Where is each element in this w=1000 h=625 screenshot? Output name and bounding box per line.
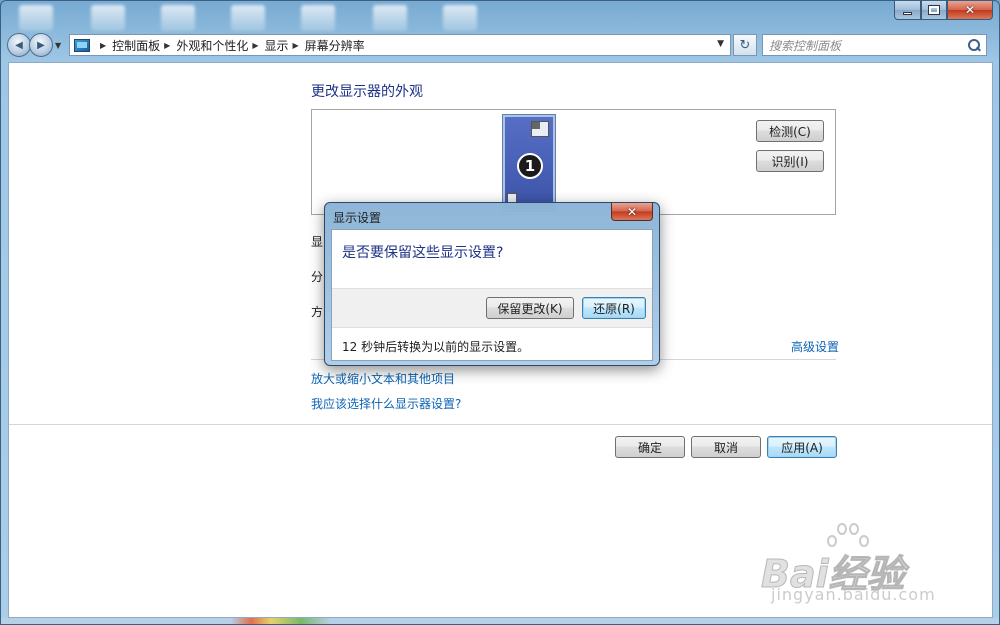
breadcrumb-display[interactable]: 显示 xyxy=(265,37,289,54)
watermark-logo: Bai经验 jingyan.baidu.com xyxy=(761,521,961,611)
maximize-button[interactable] xyxy=(921,1,947,20)
caption-buttons: ✕ xyxy=(894,1,993,21)
chevron-right-icon[interactable]: ▶ xyxy=(293,41,299,50)
navigation-bar: ◀ ▶ ▼ ▶ 控制面板 ▶ 外观和个性化 ▶ 显示 ▶ 屏幕分辨率 ▼ ↻ 搜… xyxy=(7,31,993,59)
forward-arrow-icon: ▶ xyxy=(37,39,45,51)
maximize-icon xyxy=(928,5,940,15)
recent-pages-dropdown[interactable]: ▼ xyxy=(55,41,65,50)
identify-button[interactable]: 识别(I) xyxy=(756,150,824,172)
page-title: 更改显示器的外观 xyxy=(311,84,423,100)
display-settings-dialog: 显示设置 ✕ 是否要保留这些显示设置? 保留更改(K) 还原(R) 12 秒钟后… xyxy=(324,202,660,366)
chevron-down-icon[interactable]: ▼ xyxy=(717,39,724,49)
cancel-button[interactable]: 取消 xyxy=(691,436,761,458)
close-icon: ✕ xyxy=(626,204,638,219)
refresh-icon: ↻ xyxy=(739,37,751,53)
chevron-right-icon[interactable]: ▶ xyxy=(252,41,258,50)
window-icon xyxy=(531,121,549,137)
display-label: 显 xyxy=(311,235,324,249)
detect-button[interactable]: 检测(C) xyxy=(756,120,824,142)
taskbar-edge xyxy=(1,618,999,624)
search-icon[interactable] xyxy=(968,39,980,51)
breadcrumb-screen-resolution[interactable]: 屏幕分辨率 xyxy=(305,37,365,54)
forward-button[interactable]: ▶ xyxy=(29,33,53,57)
minimize-icon xyxy=(903,11,912,15)
keep-changes-button[interactable]: 保留更改(K) xyxy=(486,297,574,319)
text-size-link[interactable]: 放大或缩小文本和其他项目 xyxy=(311,370,455,387)
chevron-right-icon[interactable]: ▶ xyxy=(164,41,170,50)
divider xyxy=(9,424,992,425)
apply-button[interactable]: 应用(A) xyxy=(767,436,837,458)
back-arrow-icon: ◀ xyxy=(15,39,23,51)
ok-button[interactable]: 确定 xyxy=(615,436,685,458)
dialog-body: 是否要保留这些显示设置? 保留更改(K) 还原(R) 12 秒钟后转换为以前的显… xyxy=(331,229,653,361)
chevron-right-icon[interactable]: ▶ xyxy=(100,41,106,50)
advanced-settings-link[interactable]: 高级设置 xyxy=(791,338,839,355)
monitor-arrangement-area: 1 检测(C) 识别(I) xyxy=(311,109,836,215)
orientation-label: 方 xyxy=(311,305,324,319)
which-settings-link[interactable]: 我应该选择什么显示器设置? xyxy=(311,395,461,412)
resolution-label: 分 xyxy=(311,270,324,284)
monitor-number-badge: 1 xyxy=(517,153,543,179)
close-window-button[interactable]: ✕ xyxy=(947,1,993,20)
close-icon: ✕ xyxy=(964,3,976,17)
breadcrumb-control-panel[interactable]: 控制面板 xyxy=(112,37,160,54)
dialog-button-row: 保留更改(K) 还原(R) xyxy=(332,288,652,328)
dialog-question: 是否要保留这些显示设置? xyxy=(342,245,504,261)
search-placeholder: 搜索控制面板 xyxy=(769,38,842,53)
back-button[interactable]: ◀ xyxy=(7,33,31,57)
revert-button[interactable]: 还原(R) xyxy=(582,297,646,319)
minimize-button[interactable] xyxy=(894,1,921,20)
monitor-1[interactable]: 1 xyxy=(502,114,556,212)
control-panel-icon xyxy=(74,38,90,52)
countdown-text: 12 秒钟后转换为以前的显示设置。 xyxy=(342,340,530,354)
watermark-site: jingyan.baidu.com xyxy=(771,585,936,604)
dialog-close-button[interactable]: ✕ xyxy=(611,203,653,221)
search-input[interactable]: 搜索控制面板 xyxy=(762,34,987,56)
breadcrumb-appearance[interactable]: 外观和个性化 xyxy=(176,37,248,54)
refresh-button[interactable]: ↻ xyxy=(733,34,757,56)
address-bar[interactable]: ▶ 控制面板 ▶ 外观和个性化 ▶ 显示 ▶ 屏幕分辨率 ▼ xyxy=(69,34,731,56)
dialog-title: 显示设置 xyxy=(333,211,382,225)
